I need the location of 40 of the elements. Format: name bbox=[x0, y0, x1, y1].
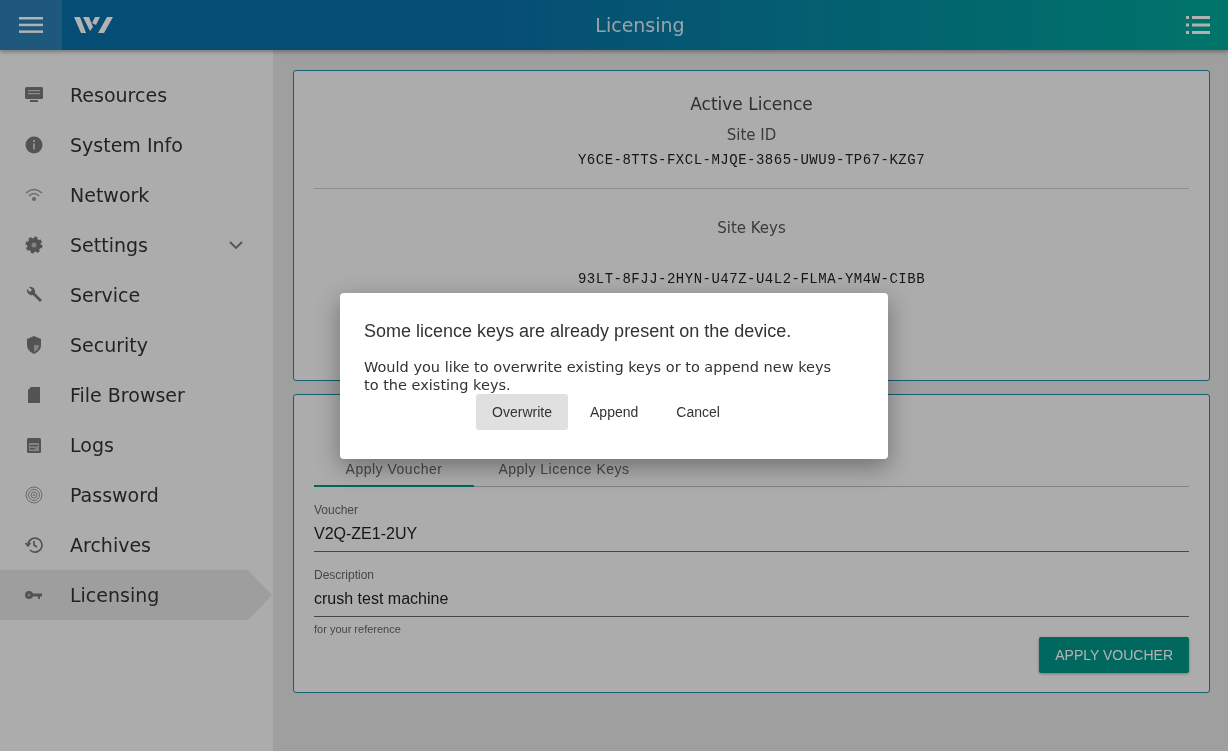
info-icon bbox=[24, 135, 44, 155]
site-key: 93LT-8FJJ-2HYN-U47Z-U4L2-FLMA-YM4W-CIBB bbox=[314, 271, 1189, 287]
input-field[interactable]: crush test machine bbox=[314, 582, 1189, 617]
dialog-button[interactable]: Cancel bbox=[660, 394, 736, 430]
site-id-label: Site ID bbox=[725, 126, 778, 144]
logo-icon bbox=[74, 15, 114, 35]
tab[interactable]: Apply Licence Keys bbox=[474, 453, 654, 487]
sidebar-item[interactable]: Archives bbox=[0, 520, 273, 570]
field-label: Voucher bbox=[314, 503, 360, 517]
sidebar-item[interactable]: Service bbox=[0, 270, 273, 320]
sidebar-item[interactable]: Password bbox=[0, 470, 273, 520]
fingerprint-icon bbox=[24, 485, 44, 505]
field-label: Description bbox=[314, 568, 376, 582]
sidebar-item[interactable]: File Browser bbox=[0, 370, 273, 420]
site-keys-label: Site Keys bbox=[716, 219, 787, 237]
list-icon[interactable] bbox=[1186, 16, 1210, 34]
monitor-icon bbox=[24, 85, 44, 105]
history-icon bbox=[24, 535, 44, 555]
sidebar-item[interactable]: System Info bbox=[0, 120, 273, 170]
shield-icon bbox=[24, 335, 44, 355]
chevron-down-icon bbox=[229, 241, 243, 249]
calendar-icon bbox=[24, 435, 44, 455]
sidebar-item[interactable]: Settings bbox=[0, 220, 273, 270]
card-title: Active Licence bbox=[689, 94, 814, 114]
sidebar-item[interactable]: Security bbox=[0, 320, 273, 370]
site-id: Y6CE-8TTS-FXCL-MJQE-3865-UWU9-TP67-KZG7 bbox=[576, 152, 927, 168]
wrench-icon bbox=[24, 285, 44, 305]
dialog-question: Would you like to overwrite existing keys or to append new keys to the existing keys. bbox=[364, 358, 833, 394]
sidebar-item[interactable]: Logs bbox=[0, 420, 273, 470]
input-field[interactable]: V2Q-ZE1-2UY bbox=[314, 517, 1189, 552]
dialog-message: Some licence keys are already present on the device. bbox=[364, 321, 793, 342]
gear-icon bbox=[24, 235, 44, 255]
menu-button[interactable] bbox=[0, 0, 62, 50]
menu-icon bbox=[19, 17, 43, 33]
field-hint: for your reference bbox=[314, 623, 402, 635]
sidebar-item[interactable]: Network bbox=[0, 170, 273, 220]
page-title: Licensing bbox=[594, 14, 686, 36]
dialog-button[interactable]: Overwrite bbox=[476, 394, 568, 430]
sidebar-item[interactable]: Resources bbox=[0, 70, 273, 120]
dialog-button[interactable]: Append bbox=[574, 394, 655, 430]
